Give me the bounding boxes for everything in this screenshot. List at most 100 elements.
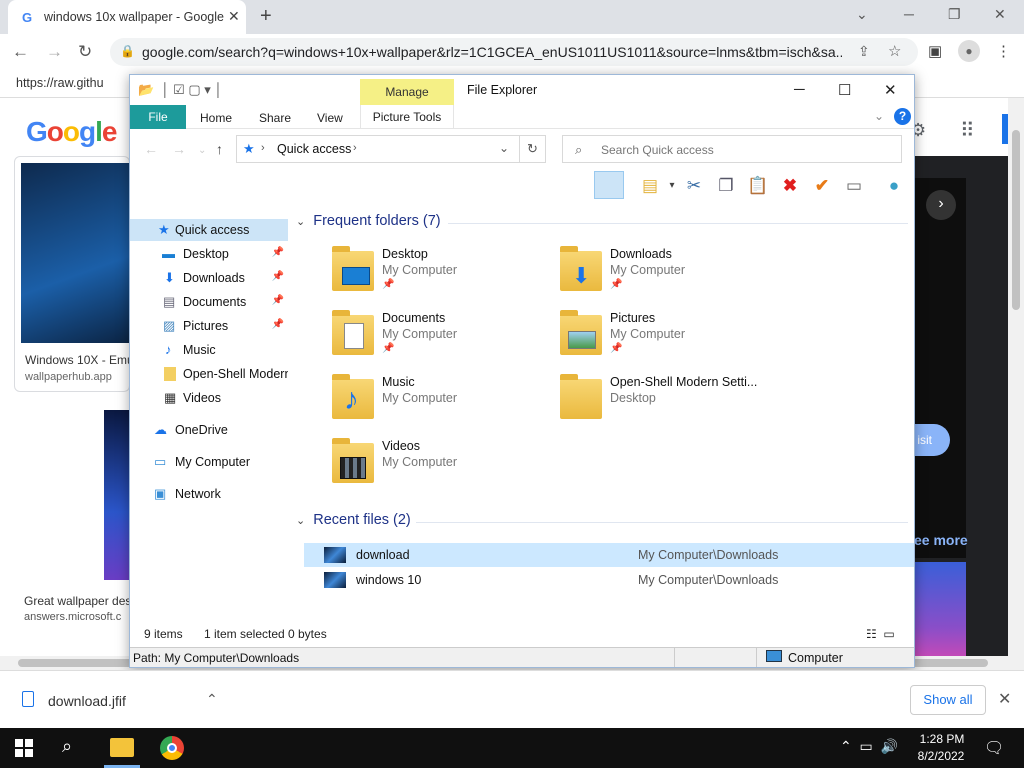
up-icon[interactable]: ↑ xyxy=(216,141,223,157)
system-tray-icons[interactable]: ⌃ ▭ 🔊 xyxy=(840,738,898,755)
restore-icon[interactable]: ❐ xyxy=(948,6,961,23)
download-item[interactable]: download.jfif xyxy=(48,693,126,709)
properties-icon[interactable]: ✔ xyxy=(810,174,834,198)
nav-item-documents[interactable]: ▤ Documents 📌 xyxy=(130,291,288,313)
back-icon[interactable]: ← xyxy=(12,42,29,62)
apps-grid-icon[interactable]: ⠿ xyxy=(960,118,975,143)
copy-icon[interactable]: ❐ xyxy=(714,174,738,198)
tab-share[interactable]: Share xyxy=(259,111,291,125)
side-panel-icon[interactable]: ▣ xyxy=(928,42,942,60)
google-logo[interactable]: Google xyxy=(26,116,117,148)
scroll-thumb[interactable] xyxy=(1012,130,1020,310)
result-caption[interactable]: Great wallpaper des xyxy=(24,594,130,608)
recent-locations-icon[interactable]: ⌄ xyxy=(198,145,206,156)
back-icon[interactable]: ← xyxy=(144,141,158,157)
close-icon[interactable]: ✕ xyxy=(884,81,897,99)
paste-icon[interactable]: 📋 xyxy=(746,174,770,198)
quick-access-toolbar[interactable]: 📂 │ ☑ ▢ ▾ │ xyxy=(138,82,223,98)
folder-tile-desktop[interactable]: Desktop My Computer 📌 xyxy=(328,245,548,305)
recent-file-row[interactable]: download My Computer\Downloads xyxy=(304,543,914,567)
show-all-button[interactable]: Show all xyxy=(910,685,986,715)
notification-icon[interactable]: 🗨 xyxy=(984,738,1004,758)
forward-icon[interactable]: → xyxy=(46,42,63,62)
profile-avatar-icon[interactable]: ● xyxy=(958,40,980,62)
expand-ribbon-icon[interactable]: ⌄ xyxy=(874,109,884,123)
maximize-icon[interactable]: ☐ xyxy=(838,81,851,99)
dropdown-arrow-icon[interactable]: ▾ xyxy=(660,174,684,198)
menu-icon[interactable]: ⋮ xyxy=(996,42,1011,60)
see-more-link[interactable]: ee more xyxy=(914,532,968,548)
collapse-chevron-icon[interactable]: ⌄ xyxy=(296,216,305,228)
tab-picture-tools[interactable]: Picture Tools xyxy=(360,105,454,129)
nav-item-onedrive[interactable]: ☁ OneDrive xyxy=(130,419,288,441)
tab-home[interactable]: Home xyxy=(200,111,232,125)
next-arrow-icon[interactable]: › xyxy=(926,190,956,220)
title-bar[interactable]: 📂 │ ☑ ▢ ▾ │ Manage File Explorer ─ ☐ ✕ xyxy=(130,75,914,105)
manage-tab[interactable]: Manage xyxy=(360,79,454,105)
nav-item-quick-access[interactable]: ★ Quick access xyxy=(130,219,288,241)
breadcrumb-chevron-icon[interactable]: › xyxy=(353,142,357,154)
address-dropdown-icon[interactable]: ⌄ xyxy=(499,141,509,155)
delete-icon[interactable]: ✖ xyxy=(778,174,802,198)
nav-item-my-computer[interactable]: ▭ My Computer xyxy=(130,451,288,473)
details-view-icon[interactable]: ☷ ▭ xyxy=(866,627,895,641)
folder-tile-downloads[interactable]: ⬇ Downloads My Computer 📌 xyxy=(556,245,776,305)
nav-item-openshell[interactable]: Open-Shell Modern xyxy=(130,363,288,385)
chevron-up-icon[interactable]: ⌃ xyxy=(206,691,218,708)
new-folder-icon[interactable]: ▤ xyxy=(638,174,662,198)
nav-item-music[interactable]: ♪ Music xyxy=(130,339,288,361)
search-icon[interactable]: ⌕ xyxy=(62,736,72,757)
result-thumbnail[interactable] xyxy=(21,163,129,343)
refresh-icon[interactable]: ↻ xyxy=(527,141,538,157)
cut-icon[interactable]: ✂ xyxy=(682,174,706,198)
windows-start-icon[interactable] xyxy=(15,739,33,757)
nav-item-desktop[interactable]: ▬ Desktop 📌 xyxy=(130,243,288,265)
share-icon[interactable]: ⇪ xyxy=(858,43,870,60)
breadcrumb-chevron-icon[interactable]: › xyxy=(261,142,265,154)
vertical-scrollbar[interactable] xyxy=(1008,98,1024,658)
folder-tile-music[interactable]: ♪ Music My Computer xyxy=(328,373,548,433)
bookmark-item[interactable]: https://raw.githu xyxy=(16,76,104,90)
folder-tile-documents[interactable]: Documents My Computer 📌 xyxy=(328,309,548,369)
rename-icon[interactable]: ▭ xyxy=(842,174,866,198)
nav-item-downloads[interactable]: ⬇ Downloads 📌 xyxy=(130,267,288,289)
chrome-icon[interactable] xyxy=(160,736,184,760)
frequent-folders-header[interactable]: ⌄ Frequent folders (7) xyxy=(296,213,441,229)
close-tab-icon[interactable]: ✕ xyxy=(228,8,240,25)
breadcrumb[interactable]: Quick access xyxy=(277,142,351,156)
minimize-icon[interactable]: ─ xyxy=(904,6,914,22)
forward-icon[interactable]: → xyxy=(172,141,186,157)
tab-file[interactable]: File xyxy=(130,105,186,129)
browser-tab[interactable]: G windows 10x wallpaper - Google ✕ xyxy=(8,0,246,34)
result-caption[interactable]: Windows 10X - Emu xyxy=(25,353,129,367)
bookmark-star-icon[interactable]: ☆ xyxy=(888,42,901,60)
collapse-chevron-icon[interactable]: ⌄ xyxy=(296,515,305,527)
nav-item-videos[interactable]: ▦ Videos xyxy=(130,387,288,409)
search-box[interactable]: ⌕ Search Quick access xyxy=(562,135,902,163)
minimize-icon[interactable]: ─ xyxy=(794,81,805,98)
reload-icon[interactable]: ↻ xyxy=(78,42,92,62)
recent-file-row[interactable]: windows 10 My Computer\Downloads xyxy=(304,568,914,592)
new-tab-button[interactable]: + xyxy=(260,5,272,28)
image-result-card[interactable]: Windows 10X - Emu wallpaperhub.app xyxy=(14,156,130,392)
navigation-pane-button[interactable] xyxy=(594,171,624,199)
close-icon[interactable]: ✕ xyxy=(998,689,1011,709)
folder-tile-pictures[interactable]: Pictures My Computer 📌 xyxy=(556,309,776,369)
file-explorer-icon[interactable] xyxy=(110,738,134,757)
folder-tile-openshell[interactable]: Open-Shell Modern Setti... Desktop xyxy=(556,373,776,433)
chevron-down-icon[interactable]: ⌄ xyxy=(856,6,868,23)
result-thumbnail[interactable] xyxy=(104,410,132,580)
network-globe-icon[interactable]: ● xyxy=(882,174,906,198)
folder-tile-videos[interactable]: Videos My Computer xyxy=(328,437,548,497)
tab-view[interactable]: View xyxy=(317,111,343,125)
clock-time[interactable]: 1:28 PM xyxy=(918,732,966,746)
address-bar[interactable]: ★ › Quick access › ⌄ ↻ xyxy=(236,135,546,163)
address-bar[interactable]: 🔒 google.com/search?q=windows+10x+wallpa… xyxy=(110,38,918,66)
related-image[interactable] xyxy=(914,562,966,656)
nav-item-network[interactable]: ▣ Network xyxy=(130,483,288,505)
nav-item-pictures[interactable]: ▨ Pictures 📌 xyxy=(130,315,288,337)
recent-files-header[interactable]: ⌄ Recent files (2) xyxy=(296,512,411,528)
clock-date[interactable]: 8/2/2022 xyxy=(910,749,972,763)
help-icon[interactable]: ? xyxy=(894,108,911,125)
close-window-icon[interactable]: ✕ xyxy=(994,6,1006,23)
